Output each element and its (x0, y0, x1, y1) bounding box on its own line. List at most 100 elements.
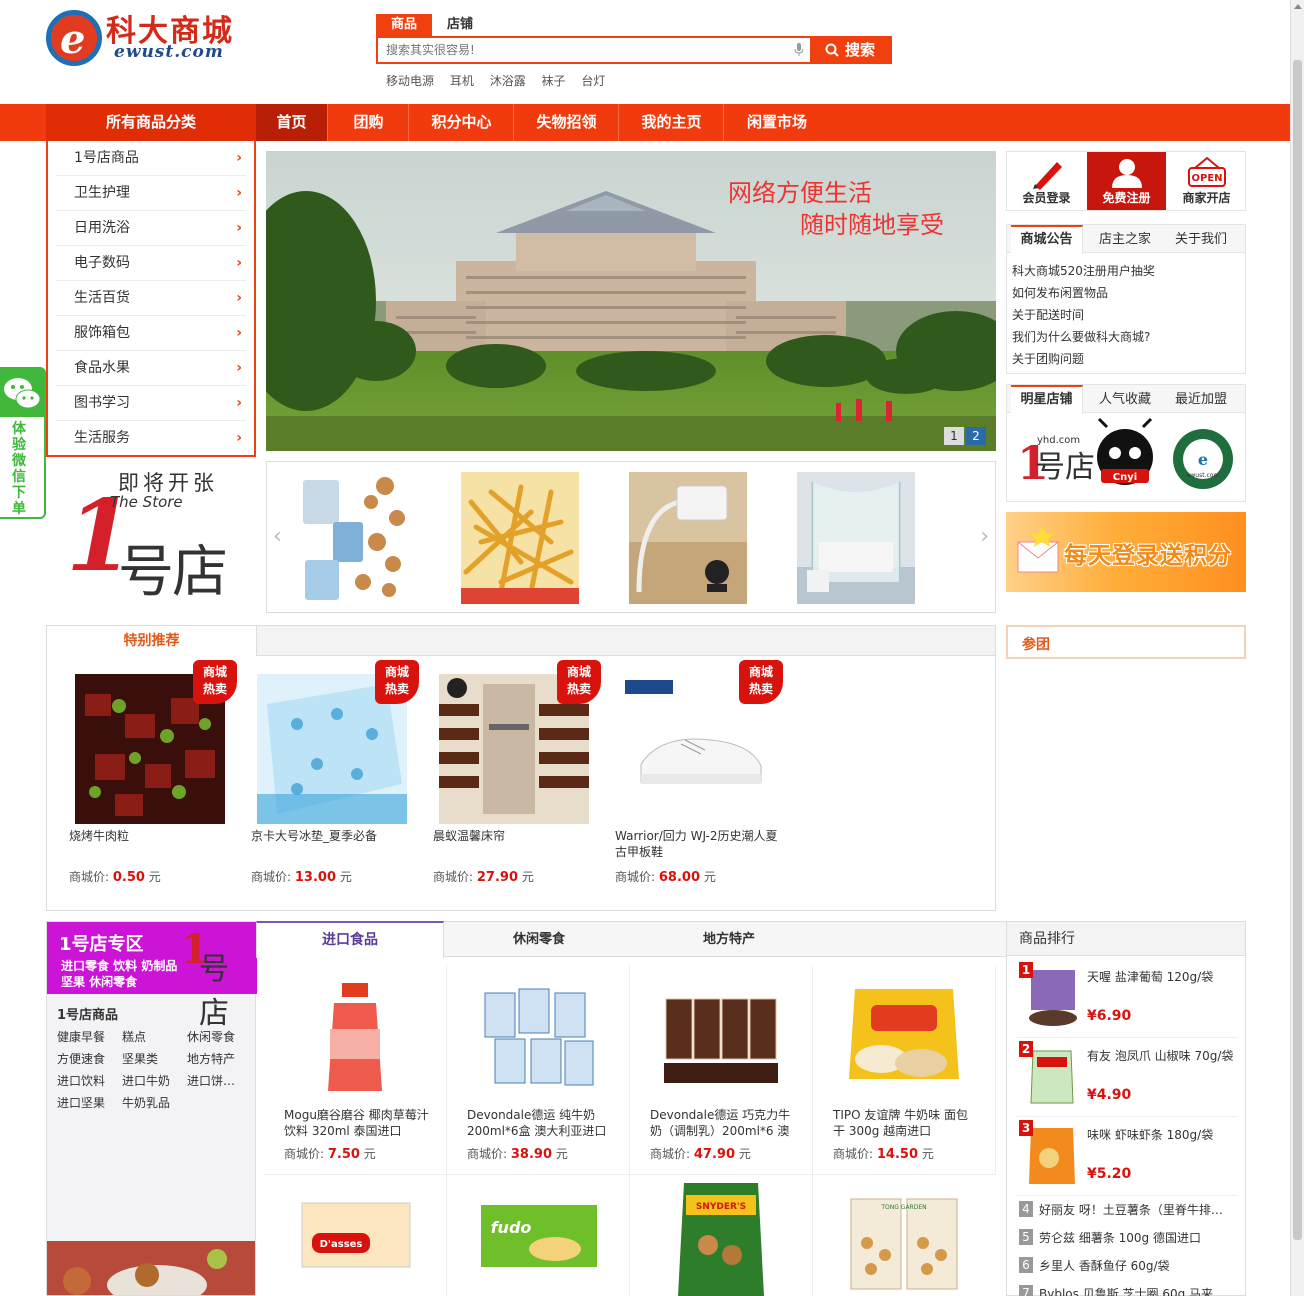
rank-item[interactable]: 3 味咪 虾味虾条 180g/袋 ¥5.20 (1017, 1118, 1237, 1196)
tab-popular[interactable]: 人气收藏 (1089, 385, 1161, 413)
zone-link[interactable]: 牛奶乳品 (122, 1094, 170, 1111)
carousel-item[interactable] (797, 472, 915, 604)
zone-link[interactable]: 休闲零食 (187, 1028, 235, 1045)
hot-word[interactable]: 耳机 (450, 74, 474, 88)
carousel-item[interactable] (293, 472, 411, 604)
search-input[interactable] (378, 38, 812, 62)
food-card[interactable]: fudo (447, 1175, 630, 1296)
nav-points[interactable]: 积分中心 (410, 104, 514, 141)
hot-sale-badge: 商城 热卖 (739, 660, 783, 704)
shop-logo-yhd[interactable]: 1 号店 yhd.com (1017, 435, 1095, 490)
open-shop-button[interactable]: OPEN 商家开店 (1167, 152, 1246, 210)
zone-link[interactable]: 进口牛奶 (122, 1072, 170, 1089)
site-logo[interactable]: e 科大商城 ewust.com (46, 6, 246, 68)
register-button[interactable]: 免费注册 (1087, 152, 1166, 210)
category-item[interactable]: 图书学习 › (56, 386, 246, 421)
daily-login-ad[interactable]: 每天登录送积分 (1006, 512, 1246, 592)
category-item[interactable]: 生活百货 › (56, 281, 246, 316)
nav-second-hand[interactable]: 闲置市场 (725, 104, 829, 141)
category-item[interactable]: 生活服务 › (56, 421, 246, 456)
page-scrollbar[interactable] (1290, 0, 1304, 1296)
shop-logo-cnyi[interactable]: Cnyi (1097, 417, 1153, 485)
hot-word[interactable]: 沐浴露 (490, 74, 526, 88)
zone-link[interactable]: 进口饮料 (57, 1072, 105, 1089)
food-card[interactable]: D'asses (264, 1175, 447, 1296)
search-tab-shops[interactable]: 店铺 (432, 14, 488, 36)
hot-word[interactable]: 袜子 (542, 74, 566, 88)
zone-link[interactable]: 健康早餐 (57, 1028, 105, 1045)
all-categories-button[interactable]: 所有商品分类 (46, 104, 256, 141)
fries-image (461, 472, 579, 604)
rank-item[interactable]: 2 有友 泡凤爪 山椒味 70g/袋 ¥4.90 (1017, 1039, 1237, 1117)
notice-link[interactable]: 如何发布闲置物品 (1007, 282, 1245, 304)
rank-item[interactable]: 7 Byblos 贝鲁斯 芝士圈 60g 马来 (1019, 1280, 1241, 1296)
nav-lost-found[interactable]: 失物招领 (515, 104, 619, 141)
cookie-photo[interactable] (47, 1241, 255, 1295)
food-card[interactable]: TONG GARDEN (813, 1175, 996, 1296)
rank-number: 1 (1019, 962, 1033, 978)
rank-item[interactable]: 6 乡里人 香酥鱼仔 60g/袋 (1019, 1252, 1241, 1280)
notice-link[interactable]: 关于团购问题 (1007, 348, 1245, 370)
zone-link[interactable]: 地方特产 (187, 1050, 235, 1067)
zone-link[interactable]: 糕点 (122, 1028, 146, 1045)
food-card[interactable]: Mogu磨谷磨谷 椰肉草莓汁饮料 320ml 泰国进口 商城价: 7.50 元 (264, 965, 447, 1175)
category-item[interactable]: 日用洗浴 › (56, 211, 246, 246)
search-button[interactable]: 搜索 (810, 38, 890, 62)
banner-dot[interactable]: 1 (944, 427, 964, 445)
hero-banner[interactable]: 网络方便生活 随时随地享受 12 (266, 151, 996, 451)
special-title: 特别推荐 (47, 626, 257, 656)
scroll-thumb[interactable] (1293, 60, 1302, 1240)
carousel-item[interactable] (461, 472, 579, 604)
store-zone-banner[interactable]: 1号店专区 进口零食 饮料 奶制品 坚果 休闲零食 1 号店 (47, 922, 257, 1031)
microphone-icon[interactable] (794, 43, 804, 57)
rank-item[interactable]: 1 天喔 盐津葡萄 120g/袋 ¥6.90 (1017, 960, 1237, 1038)
category-item[interactable]: 服饰箱包 › (56, 316, 246, 351)
tab-announcements[interactable]: 商城公告 (1011, 225, 1083, 254)
category-item[interactable]: 食品水果 › (56, 351, 246, 386)
rank-number: 2 (1019, 1041, 1033, 1057)
tab-snacks[interactable]: 休闲零食 (446, 921, 632, 957)
food-card[interactable]: SNYDER'S (630, 1175, 813, 1296)
carousel-item[interactable] (629, 472, 747, 604)
rank-item[interactable]: 4 好丽友 呀！土豆薯条（里脊牛排… (1019, 1196, 1241, 1224)
rank-item-name: 劳仑兹 细薯条 100g 德国进口 (1039, 1231, 1201, 1245)
tab-local-specialty[interactable]: 地方特产 (636, 921, 822, 957)
tab-recent[interactable]: 最近加盟 (1165, 385, 1237, 413)
hot-word[interactable]: 移动电源 (386, 74, 434, 88)
category-item[interactable]: 1号店商品 › (56, 141, 246, 176)
food-card[interactable]: Devondale德运 纯牛奶 200ml*6盒 澳大利亚进口 商城价: 38.… (447, 965, 630, 1175)
search-tab-goods[interactable]: 商品 (376, 14, 433, 36)
scroll-up-icon[interactable] (1294, 4, 1302, 9)
envelope-icon (1017, 526, 1059, 573)
tab-about-us[interactable]: 关于我们 (1165, 225, 1237, 253)
hot-word[interactable]: 台灯 (581, 74, 605, 88)
food-card[interactable]: Devondale德运 巧克力牛奶（调制乳）200ml*6 澳 商城价: 47.… (630, 965, 813, 1175)
wechat-order-float[interactable]: 体验微信下单 (0, 367, 46, 519)
food-card[interactable]: TIPO 友谊牌 牛奶味 面包干 300g 越南进口 商城价: 14.50 元 (813, 965, 996, 1175)
banner-dot[interactable]: 2 (966, 427, 986, 445)
store-promo[interactable]: 即将开张 1 The Store 号店 (46, 465, 256, 615)
login-button[interactable]: 会员登录 (1007, 152, 1086, 210)
zone-link[interactable]: 进口饼… (187, 1072, 235, 1089)
tab-star-shops[interactable]: 明星店铺 (1011, 385, 1083, 414)
nav-my-home[interactable]: 我的主页 (620, 104, 724, 141)
zone-link[interactable]: 进口坚果 (57, 1094, 105, 1111)
nav-home[interactable]: 首页 (256, 104, 328, 141)
product-image (841, 979, 967, 1097)
category-item[interactable]: 电子数码 › (56, 246, 246, 281)
rank-item[interactable]: 5 劳仑兹 细薯条 100g 德国进口 (1019, 1224, 1241, 1252)
category-item[interactable]: 卫生护理 › (56, 176, 246, 211)
zone-link[interactable]: 方便速食 (57, 1050, 105, 1067)
notice-link[interactable]: 我们为什么要做科大商城? (1007, 326, 1245, 348)
group-buy-box[interactable]: 参团 (1006, 625, 1246, 659)
notice-link[interactable]: 科大商城520注册用户抽奖 (1007, 260, 1245, 282)
chevron-left-icon[interactable]: ‹ (273, 524, 282, 549)
chevron-right-icon[interactable]: › (980, 524, 989, 549)
nav-group-buy[interactable]: 团购 (329, 104, 409, 141)
rank-item-price: ¥6.90 (1087, 1008, 1132, 1024)
zone-link[interactable]: 坚果类 (122, 1050, 158, 1067)
tab-owner-home[interactable]: 店主之家 (1089, 225, 1161, 253)
notice-link[interactable]: 关于配送时间 (1007, 304, 1245, 326)
shop-logo-ewust[interactable]: e ewust.com (1173, 429, 1233, 489)
tab-imported-food[interactable]: 进口食品 (256, 921, 444, 958)
